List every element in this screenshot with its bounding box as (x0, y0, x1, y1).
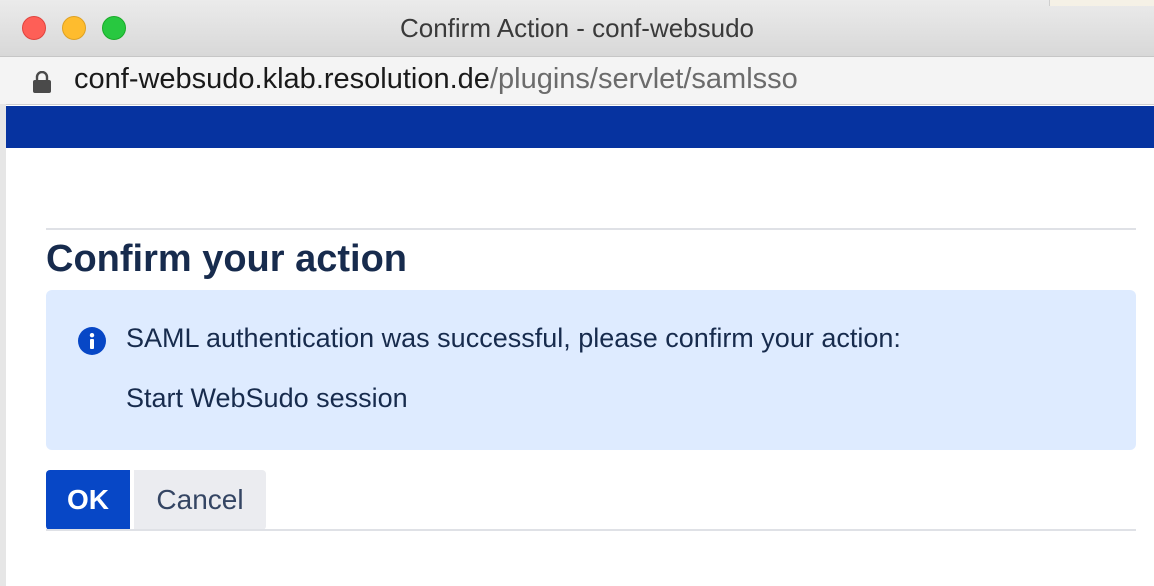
window-left-frame (0, 104, 6, 586)
divider-bottom (46, 529, 1136, 531)
lock-icon (33, 71, 51, 93)
cancel-button[interactable]: Cancel (134, 470, 266, 530)
browser-window: Confirm Action - conf-websudo conf-websu… (0, 0, 1154, 586)
title-bar: Confirm Action - conf-websudo (0, 0, 1154, 57)
info-icon (78, 327, 106, 355)
url-host: conf-websudo.klab.resolution.de (74, 63, 490, 95)
divider-top (46, 228, 1136, 230)
info-action: Start WebSudo session (126, 383, 408, 413)
page-title: Confirm your action (46, 238, 408, 280)
url-path: /plugins/servlet/samlsso (489, 63, 798, 95)
window-title: Confirm Action - conf-websudo (399, 13, 755, 43)
background-window-edge (1049, 0, 1154, 6)
info-message: SAML authentication was successful, plea… (126, 323, 901, 353)
header-band (6, 106, 1154, 148)
url-text[interactable]: conf-websudo.klab.resolution.de/plugins/… (74, 63, 798, 96)
ok-button[interactable]: OK (46, 470, 130, 530)
info-message-box: SAML authentication was successful, plea… (46, 290, 1136, 450)
address-bar[interactable]: conf-websudo.klab.resolution.de/plugins/… (0, 57, 1154, 105)
